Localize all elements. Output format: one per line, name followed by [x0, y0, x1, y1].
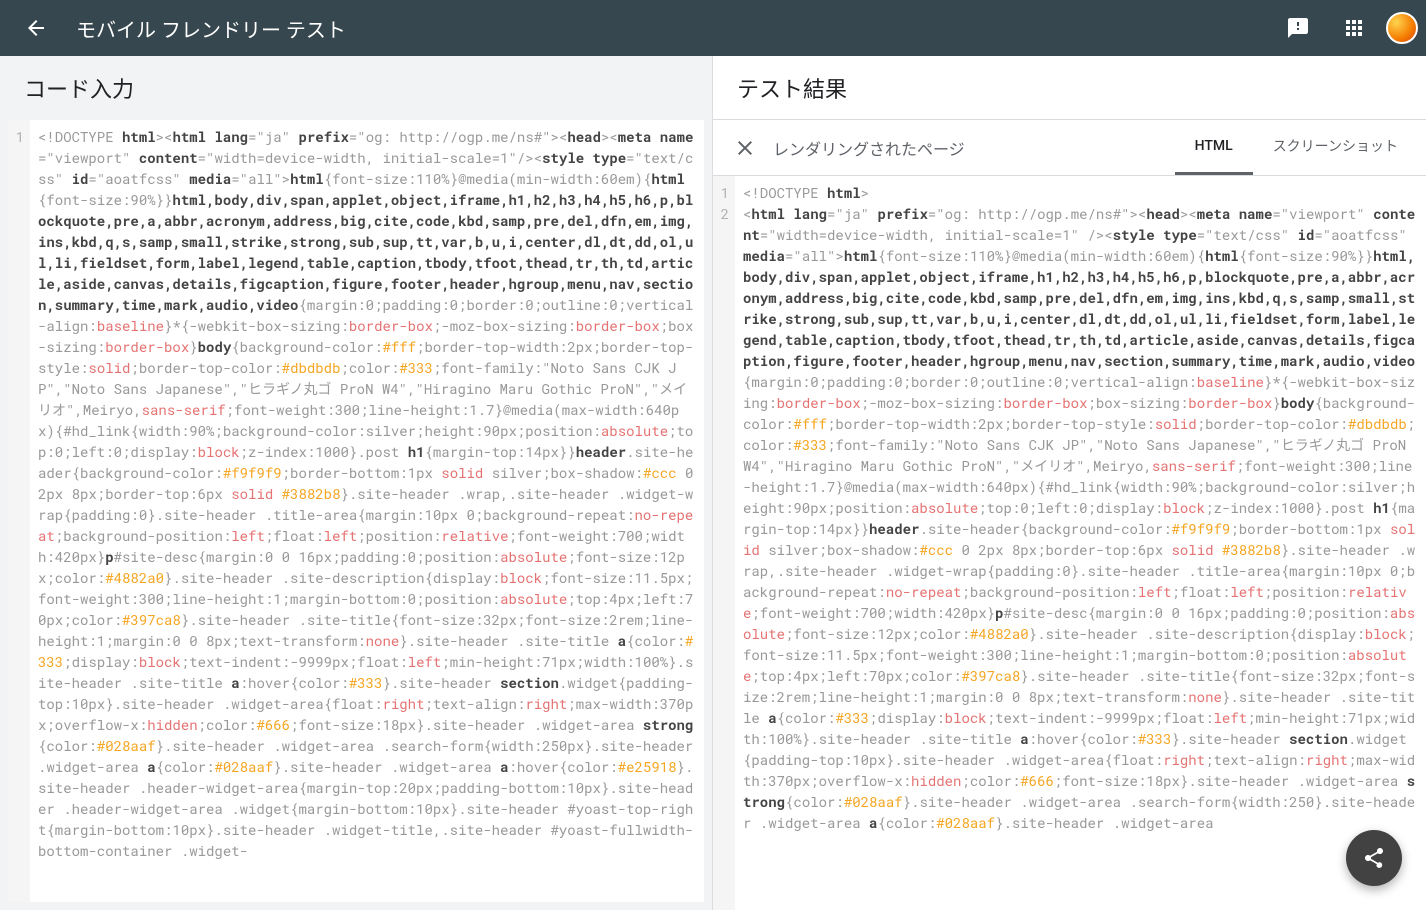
close-icon	[733, 136, 757, 160]
result-code-area[interactable]: 1 2 <!DOCTYPE html> <html lang="ja" pref…	[713, 176, 1426, 910]
code-input-title: コード入力	[0, 56, 712, 120]
line-gutter: 1	[8, 120, 30, 902]
test-results-panel: テスト結果 レンダリングされたページ HTML スクリーンショット 1 2 <!…	[713, 56, 1426, 910]
code-input-content[interactable]: <!DOCTYPE html><html lang="ja" prefix="o…	[30, 120, 704, 902]
avatar[interactable]	[1386, 12, 1418, 44]
code-input-panel: コード入力 1 <!DOCTYPE html><html lang="ja" p…	[0, 56, 713, 910]
tab-screenshot[interactable]: スクリーンショット	[1253, 120, 1418, 175]
result-code-content: <!DOCTYPE html> <html lang="ja" prefix="…	[735, 176, 1426, 910]
tab-html[interactable]: HTML	[1175, 120, 1253, 175]
apps-icon	[1342, 16, 1366, 40]
page-title: モバイル フレンドリー テスト	[76, 14, 346, 43]
code-input-area[interactable]: 1 <!DOCTYPE html><html lang="ja" prefix=…	[8, 120, 704, 902]
share-icon	[1362, 846, 1386, 870]
share-button[interactable]	[1346, 830, 1402, 886]
rendered-page-label: レンダリングされたページ	[773, 136, 1175, 160]
close-button[interactable]	[721, 124, 769, 172]
feedback-button[interactable]	[1274, 4, 1322, 52]
back-button[interactable]	[12, 4, 60, 52]
feedback-icon	[1286, 16, 1310, 40]
test-results-title: テスト結果	[713, 56, 1426, 120]
arrow-back-icon	[24, 16, 48, 40]
line-gutter: 1 2	[713, 176, 735, 910]
apps-button[interactable]	[1330, 4, 1378, 52]
